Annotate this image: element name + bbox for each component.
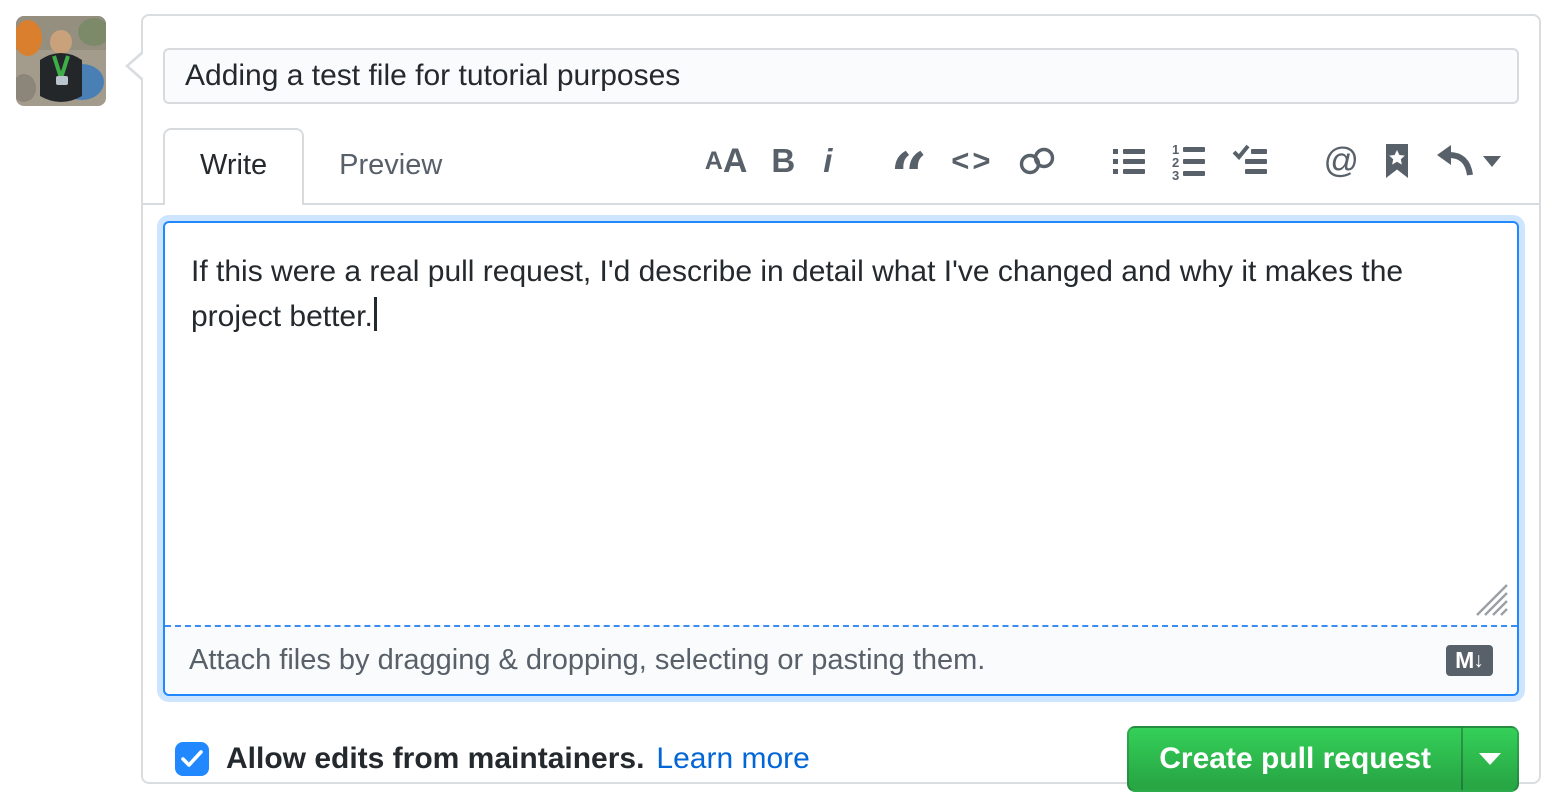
task-list-icon[interactable] [1231, 141, 1269, 181]
reply-icon[interactable] [1435, 141, 1501, 181]
create-pull-request-button-group: Create pull request [1127, 726, 1519, 792]
pull-request-form-card: Write Preview AA B i “ <> [141, 14, 1541, 784]
bold-icon[interactable]: B [771, 141, 795, 181]
text-size-icon[interactable]: AA [705, 141, 748, 181]
resize-handle[interactable] [1471, 579, 1509, 617]
ordered-list-icon[interactable]: 1 2 3 [1171, 141, 1207, 181]
toolbar-group-lists: 1 2 3 [1111, 141, 1269, 181]
markdown-toolbar: AA B i “ <> [705, 141, 1519, 203]
reply-dropdown-caret-icon[interactable] [1483, 156, 1501, 167]
comment-box: If this were a real pull request, I'd de… [163, 221, 1519, 696]
attach-files-bar[interactable]: Attach files by dragging & dropping, sel… [165, 625, 1517, 694]
editor-tabnav: Write Preview AA B i “ <> [143, 128, 1539, 205]
allow-edits-label: Allow edits from maintainers. [226, 742, 644, 776]
avatar-photo-placeholder [16, 16, 106, 106]
create-pull-request-dropdown[interactable] [1461, 726, 1519, 792]
learn-more-link[interactable]: Learn more [656, 742, 809, 776]
tab-write[interactable]: Write [163, 128, 304, 205]
allow-edits-checkbox[interactable] [175, 742, 209, 776]
comment-textarea[interactable]: If this were a real pull request, I'd de… [165, 223, 1517, 625]
pr-title-input[interactable] [163, 48, 1519, 104]
quote-icon[interactable]: “ [890, 141, 927, 181]
toolbar-group-insert: “ <> [890, 141, 1057, 181]
svg-text:3: 3 [1172, 168, 1179, 180]
create-pull-request-button[interactable]: Create pull request [1127, 726, 1461, 792]
toolbar-group-text: AA B i [705, 141, 837, 181]
text-cursor [374, 297, 377, 331]
attach-files-hint: Attach files by dragging & dropping, sel… [189, 644, 985, 677]
tab-preview[interactable]: Preview [304, 130, 477, 203]
form-actions-row: Allow edits from maintainers. Learn more… [175, 726, 1519, 792]
markdown-supported-icon[interactable]: M↓ [1446, 645, 1493, 676]
toolbar-group-extras: @ [1323, 141, 1501, 181]
saved-replies-icon[interactable] [1383, 141, 1411, 181]
mention-icon[interactable]: @ [1323, 141, 1359, 181]
dropdown-caret-icon [1479, 753, 1501, 765]
avatar-image [16, 16, 106, 106]
link-icon[interactable] [1017, 141, 1057, 181]
code-icon[interactable]: <> [951, 141, 993, 181]
unordered-list-icon[interactable] [1111, 141, 1147, 181]
allow-edits-group: Allow edits from maintainers. Learn more [175, 742, 810, 776]
checkmark-icon [181, 750, 203, 768]
italic-icon[interactable]: i [819, 141, 836, 181]
